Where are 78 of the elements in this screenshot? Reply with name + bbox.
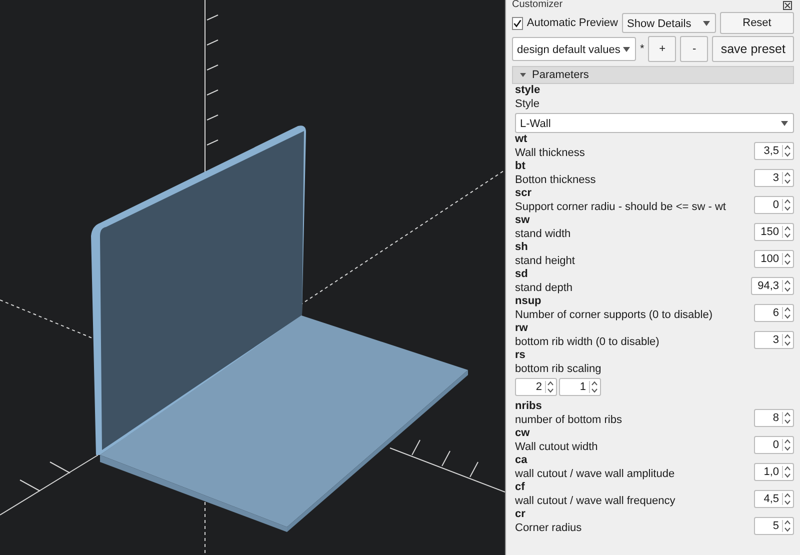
spin-arrows-icon[interactable] xyxy=(782,144,791,156)
parameter-name: wt xyxy=(515,133,528,146)
spin-arrows-icon[interactable] xyxy=(782,306,791,318)
preset-dropdown[interactable]: design default values xyxy=(512,37,636,61)
spin-arrows-icon[interactable] xyxy=(782,334,791,346)
number-spinbox[interactable]: 3,5 xyxy=(754,142,794,160)
number-spinbox[interactable]: 3 xyxy=(754,330,794,348)
parameter-description: wall cutout / wave wall amplitude xyxy=(515,468,675,481)
reset-button[interactable]: Reset xyxy=(720,12,794,34)
spin-arrows-icon[interactable] xyxy=(782,280,791,292)
modified-marker: * xyxy=(640,43,644,55)
number-spinbox[interactable]: 4,5 xyxy=(754,490,794,508)
parameter-description: Wall cutout width xyxy=(515,440,598,454)
parameter-description: stand height xyxy=(515,254,575,268)
3d-viewport[interactable] xyxy=(0,0,505,555)
number-spinbox[interactable]: 1 xyxy=(559,378,601,396)
number-spinbox[interactable]: 6 xyxy=(754,304,794,322)
checkbox-label[interactable]: Automatic Preview xyxy=(526,17,618,29)
parameter-description: Support corner radiu - should be <= sw - wt xyxy=(515,200,726,214)
spin-arrows-icon[interactable] xyxy=(782,438,791,450)
number-spinbox[interactable]: 100 xyxy=(754,250,794,268)
parameter-name: nsup xyxy=(515,295,542,308)
parameter-name: rw xyxy=(515,322,529,336)
parameter-name: ca xyxy=(515,454,528,468)
parameter-name: sd xyxy=(515,268,529,282)
expand-triangle-icon xyxy=(519,71,527,79)
remove-preset-button[interactable]: - xyxy=(680,36,708,62)
parameter-description: Style xyxy=(515,98,540,111)
number-spinbox[interactable]: 94,3 xyxy=(750,276,794,294)
spin-arrows-icon[interactable] xyxy=(545,381,554,393)
spin-arrows-icon[interactable] xyxy=(782,226,791,238)
parameter-name: style xyxy=(515,84,542,98)
spin-arrows-icon[interactable] xyxy=(782,172,791,184)
number-spinbox[interactable]: 5 xyxy=(754,516,794,534)
save-preset-button[interactable]: save preset xyxy=(712,36,794,62)
caret-icon xyxy=(703,21,710,26)
parameter-name: bt xyxy=(515,160,526,174)
spin-arrows-icon[interactable] xyxy=(782,520,791,532)
number-spinbox[interactable]: 3 xyxy=(754,168,794,186)
parameter-description: number of bottom ribs xyxy=(515,414,622,427)
parameter-description: Corner radius xyxy=(515,522,582,535)
parameter-dropdown[interactable]: L-Wall xyxy=(515,113,794,133)
number-spinbox[interactable]: 2 xyxy=(515,378,557,396)
parameter-description: Botton thickness xyxy=(515,174,596,187)
close-icon[interactable] xyxy=(783,0,792,10)
add-preset-button[interactable]: + xyxy=(648,36,676,62)
caret-icon xyxy=(623,47,630,52)
number-spinbox[interactable]: 8 xyxy=(754,408,794,426)
caret-icon xyxy=(781,121,788,126)
spin-arrows-icon[interactable] xyxy=(782,252,791,264)
parameter-description: wall cutout / wave wall frequency xyxy=(515,494,676,508)
number-spinbox[interactable]: 1,0 xyxy=(754,462,794,480)
spin-arrows-icon[interactable] xyxy=(589,381,598,393)
panel-title: Customizer xyxy=(512,0,563,10)
spin-arrows-icon[interactable] xyxy=(782,198,791,210)
parameter-description: bottom rib width (0 to disable) xyxy=(515,336,660,349)
parameter-name: cw xyxy=(515,427,531,440)
parameter-name: nribs xyxy=(515,400,543,414)
number-spinbox[interactable]: 0 xyxy=(754,196,794,214)
parameters-section-header[interactable]: Parameters xyxy=(512,66,794,84)
parameter-description: Number of corner supports (0 to disable) xyxy=(515,308,712,322)
parameter-description: stand width xyxy=(515,228,571,241)
spin-arrows-icon[interactable] xyxy=(782,466,791,478)
number-spinbox[interactable]: 150 xyxy=(754,222,794,240)
parameter-name: cf xyxy=(515,481,526,494)
spin-arrows-icon[interactable] xyxy=(782,492,791,504)
parameter-name: scr xyxy=(515,187,533,200)
parameter-description: bottom rib scaling xyxy=(515,362,602,376)
number-spinbox[interactable]: 0 xyxy=(754,436,794,454)
show-details-dropdown[interactable]: Show Details xyxy=(622,13,716,33)
parameter-name: sh xyxy=(515,241,529,254)
parameter-description: Wall thickness xyxy=(515,146,585,160)
parameter-name: sw xyxy=(515,214,531,228)
automatic-preview-checkbox[interactable] xyxy=(512,16,523,30)
parameter-name: rs xyxy=(515,349,526,362)
parameter-description: stand depth xyxy=(515,282,572,295)
parameter-name: cr xyxy=(515,508,526,522)
spin-arrows-icon[interactable] xyxy=(782,412,791,424)
